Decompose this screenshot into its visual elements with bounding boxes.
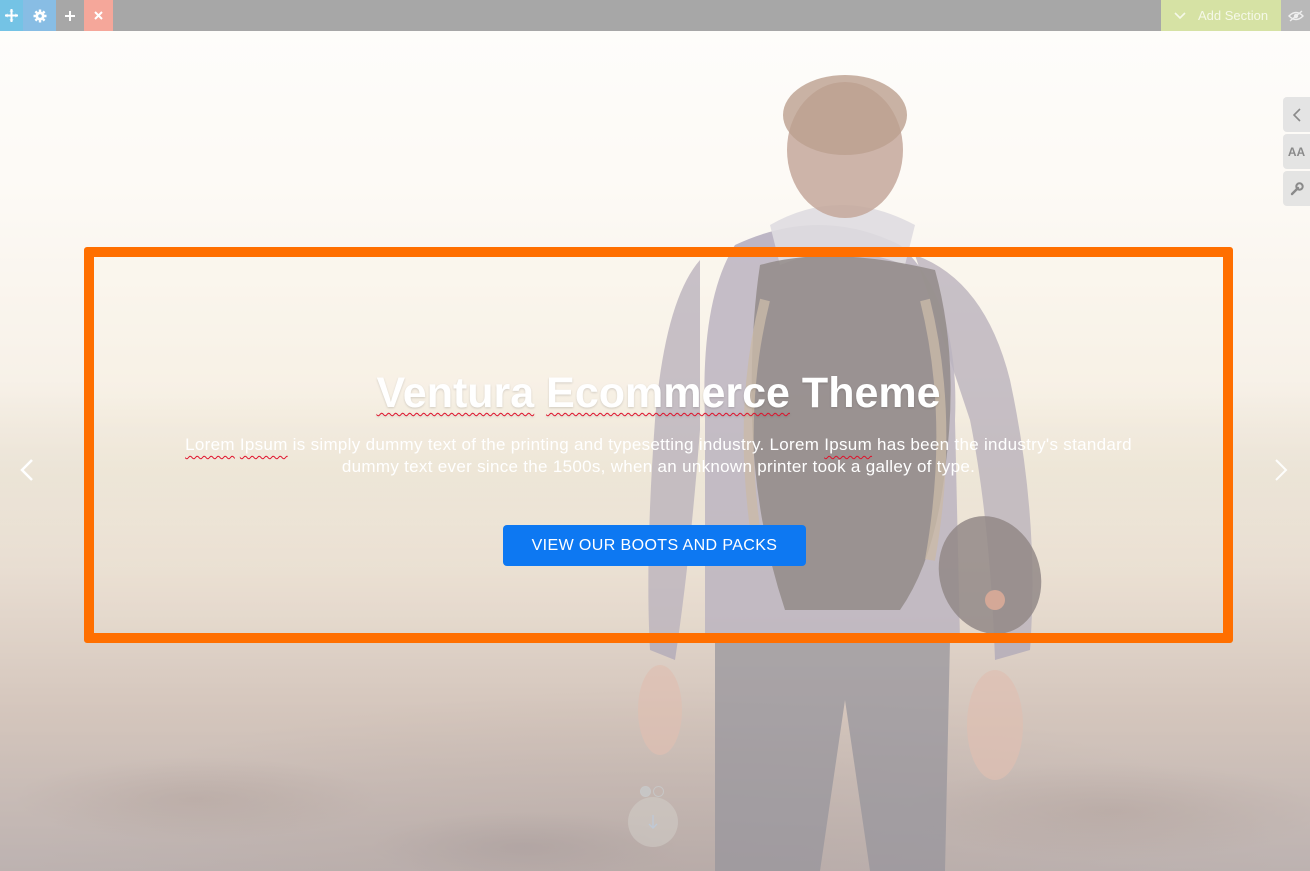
visibility-toggle[interactable] xyxy=(1281,0,1310,31)
chevron-left-icon xyxy=(20,459,33,481)
selected-content-box[interactable]: Ventura Ecommerce Theme Lorem Ipsum is s… xyxy=(84,247,1233,643)
add-section-button[interactable]: Add Section xyxy=(1161,0,1281,31)
arrow-down-icon xyxy=(648,815,658,829)
editor-toolbar: Add Section xyxy=(0,0,1310,31)
chevron-right-icon xyxy=(1275,459,1288,481)
chevron-left-icon xyxy=(1292,107,1301,122)
settings-button[interactable] xyxy=(23,0,56,31)
collapse-panel-button[interactable] xyxy=(1283,97,1310,132)
scroll-down-button[interactable] xyxy=(628,797,678,847)
plus-icon xyxy=(65,10,75,21)
slider-dot[interactable] xyxy=(640,786,651,797)
spellcheck-word: Lorem xyxy=(185,435,235,454)
view-boots-button[interactable]: VIEW OUR BOOTS AND PACKS xyxy=(503,525,806,566)
tools-button[interactable] xyxy=(1283,171,1310,206)
typography-button[interactable]: AA xyxy=(1283,134,1310,169)
hero-title[interactable]: Ventura Ecommerce Theme xyxy=(94,369,1223,417)
slider-prev-button[interactable] xyxy=(12,455,42,485)
description-text: is simply dummy text of the printing and… xyxy=(287,435,825,454)
move-icon xyxy=(5,9,18,22)
hero-description[interactable]: Lorem Ipsum is simply dummy text of the … xyxy=(112,434,1205,478)
gear-icon xyxy=(33,9,46,22)
eye-off-icon xyxy=(1287,9,1304,22)
slider-dots xyxy=(640,786,664,797)
add-row-button[interactable] xyxy=(56,0,84,31)
close-button[interactable] xyxy=(84,0,113,31)
wrench-icon xyxy=(1290,181,1304,195)
spellcheck-word: Ipsum xyxy=(824,435,873,454)
hero-title-word: Ventura xyxy=(376,369,535,417)
close-icon xyxy=(94,11,103,20)
hero-content: Ventura Ecommerce Theme Lorem Ipsum is s… xyxy=(94,257,1223,633)
chevron-down-icon xyxy=(1174,11,1186,20)
description-text: dummy text ever since the 1500s, when an… xyxy=(341,457,976,476)
hero-title-word: Theme xyxy=(801,369,941,417)
spellcheck-word: Ipsum xyxy=(239,435,288,454)
slider-next-button[interactable] xyxy=(1266,455,1296,485)
hero-title-word: Ecommerce xyxy=(546,369,790,417)
font-size-icon: AA xyxy=(1287,144,1306,159)
description-text: has been the industry's standard xyxy=(872,435,1132,454)
add-section-label: Add Section xyxy=(1198,8,1269,23)
side-tools-panel: AA xyxy=(1283,97,1310,208)
move-button[interactable] xyxy=(0,0,23,31)
slider-dot[interactable] xyxy=(653,786,664,797)
